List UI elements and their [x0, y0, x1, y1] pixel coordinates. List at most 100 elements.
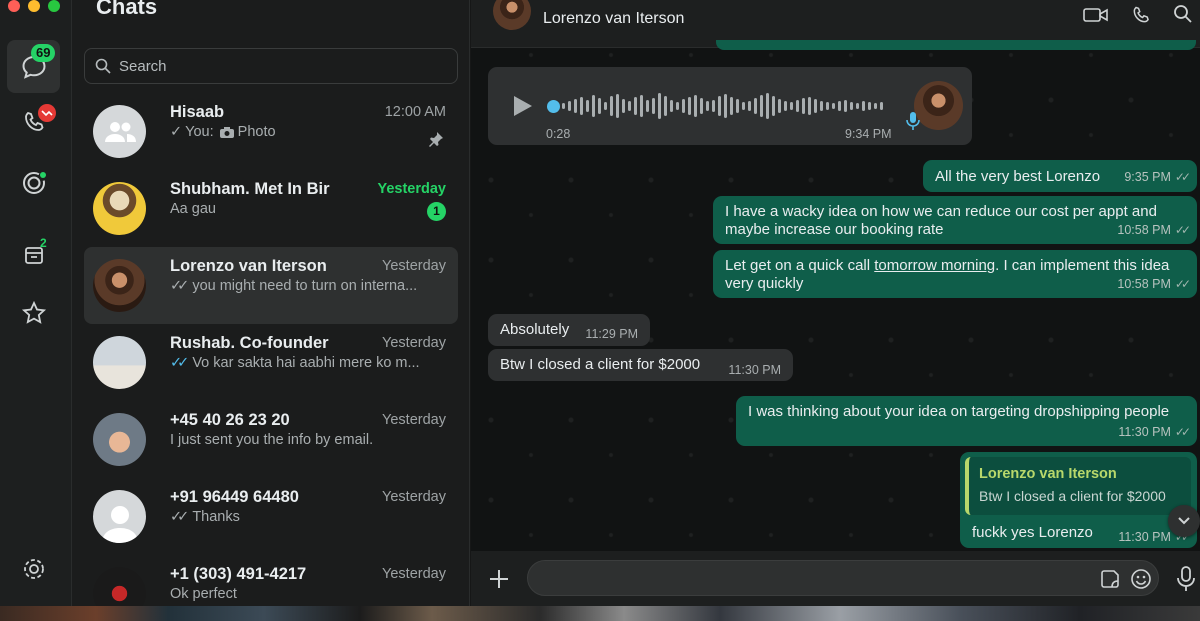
chats-unread-badge: 69 [31, 44, 56, 62]
chat-name: Lorenzo van Iterson [170, 257, 327, 275]
message-text: All the very best Lorenzo [935, 168, 1101, 185]
message-input-box[interactable] [527, 560, 1159, 596]
zoom-window-button[interactable] [48, 0, 60, 12]
waveform-bar [880, 102, 883, 110]
waveform[interactable] [562, 91, 892, 121]
playhead-dot[interactable] [547, 100, 560, 113]
read-check-icon: ✓✓ [170, 355, 189, 371]
waveform-bar [856, 103, 859, 109]
chat-item-hisaab[interactable]: Hisaab 12:00 AM ✓ You: Photo [84, 93, 458, 170]
sent-check-icon: ✓ [170, 124, 183, 140]
chat-item-45[interactable]: +45 40 26 23 20 Yesterday I just sent yo… [84, 401, 458, 478]
double-check-icon: ✓✓ [1174, 223, 1191, 237]
chat-item-91[interactable]: +91 96449 64480 Yesterday ✓✓ Thanks [84, 478, 458, 555]
contact-avatar [93, 336, 146, 389]
sticker-icon[interactable] [1100, 569, 1120, 589]
header-avatar[interactable] [493, 0, 531, 30]
search-icon[interactable] [1173, 4, 1193, 24]
rail-calls-button[interactable] [7, 95, 60, 148]
quoted-message[interactable]: Lorenzo van Iterson Btw I closed a clien… [965, 457, 1191, 515]
contact-avatar [93, 182, 146, 235]
waveform-bar [694, 95, 697, 117]
chat-preview: Ok perfect [170, 586, 432, 602]
waveform-bar [772, 96, 775, 116]
outgoing-reply-message: Lorenzo van Iterson Btw I closed a clien… [960, 452, 1197, 548]
waveform-bar [646, 100, 649, 112]
chat-time: Yesterday [382, 412, 446, 428]
emoji-icon[interactable] [1130, 568, 1152, 590]
waveform-bar [820, 101, 823, 111]
waveform-bar [748, 101, 751, 111]
rail-starred-button[interactable] [7, 286, 60, 339]
scroll-to-bottom-button[interactable] [1168, 505, 1200, 537]
contact-avatar [93, 413, 146, 466]
chat-name: Shubham. Met In Bir [170, 180, 330, 198]
message-link[interactable]: tomorrow morning [874, 257, 995, 274]
conversation-panel: Lorenzo van Iterson 0:28 9:34 PM All the… [471, 0, 1200, 606]
chat-name: Rushab. Co-founder [170, 334, 329, 352]
message-time: 11:29 PM [585, 327, 638, 341]
rail-settings-button[interactable] [7, 542, 60, 595]
message-text: I have a wacky idea on how we can reduce… [725, 203, 1157, 238]
message-input[interactable] [540, 567, 1080, 589]
voice-note-bubble: 0:28 9:34 PM [488, 67, 972, 145]
chat-item-1303[interactable]: +1 (303) 491-4217 Yesterday Ok perfect [84, 555, 458, 606]
message-meta: 10:58 PM ✓✓ [1117, 221, 1191, 239]
waveform-bar [640, 95, 643, 117]
waveform-bar [778, 99, 781, 113]
waveform-bar [628, 101, 631, 111]
waveform-bar [736, 99, 739, 113]
waveform-bar [658, 93, 661, 119]
video-call-icon[interactable] [1083, 6, 1109, 24]
waveform-bar [766, 93, 769, 119]
unread-count-badge: 1 [427, 202, 446, 221]
chevron-down-icon [1178, 517, 1190, 525]
double-check-icon: ✓✓ [1174, 170, 1191, 184]
header-contact-name[interactable]: Lorenzo van Iterson [543, 10, 684, 28]
waveform-bar [712, 100, 715, 112]
status-ring-icon [22, 171, 46, 194]
waveform-bar [874, 103, 877, 109]
chat-item-shubham[interactable]: Shubham. Met In Bir Yesterday Aa gau 1 [84, 170, 458, 247]
message-time: 9:35 PM [1124, 170, 1171, 184]
search-input[interactable] [119, 57, 419, 75]
waveform-bar [670, 100, 673, 112]
rail-status-button[interactable] [7, 156, 60, 209]
contact-avatar [93, 259, 146, 312]
voice-duration: 0:28 [546, 127, 571, 141]
chat-time: Yesterday [377, 181, 446, 197]
plus-icon[interactable] [488, 568, 510, 590]
whatsapp-window: 69 2 Chats Hisaab [0, 0, 1200, 606]
message-time: 11:30 PM [728, 363, 781, 377]
waveform-bar [790, 102, 793, 110]
close-window-button[interactable] [8, 0, 20, 12]
message-time: 10:58 PM [1117, 223, 1171, 237]
message-time: 10:58 PM [1117, 277, 1171, 291]
chat-item-rushab[interactable]: Rushab. Co-founder Yesterday ✓✓ Vo kar s… [84, 324, 458, 401]
preview-text: Vo kar sakta hai aabhi mere ko m... [192, 355, 420, 371]
preview-text: you might need to turn on interna... [192, 278, 418, 294]
chat-item-lorenzo[interactable]: Lorenzo van Iterson Yesterday ✓✓ you mig… [84, 247, 458, 324]
waveform-bar [706, 101, 709, 111]
minimize-window-button[interactable] [28, 0, 40, 12]
search-box[interactable] [84, 48, 458, 84]
camera-icon [219, 126, 234, 138]
double-check-icon: ✓✓ [1174, 277, 1191, 291]
voice-sender-avatar [914, 81, 963, 130]
preview-text: Ok perfect [170, 586, 237, 602]
preview-text: I just sent you the info by email. [170, 432, 374, 448]
chat-time: Yesterday [382, 258, 446, 274]
person-icon [101, 506, 138, 543]
play-icon[interactable] [511, 95, 533, 117]
microphone-icon[interactable] [1177, 566, 1195, 592]
waveform-bar [586, 100, 589, 112]
waveform-bar [844, 100, 847, 112]
chat-name: Hisaab [170, 103, 225, 121]
voice-time: 9:34 PM [845, 127, 892, 141]
rail-chats-button[interactable]: 69 [7, 40, 60, 93]
rail-archived-button[interactable]: 2 [7, 228, 60, 281]
previous-message-edge [716, 40, 1196, 50]
waveform-bar [730, 97, 733, 115]
waveform-bar [634, 97, 637, 115]
voice-call-icon[interactable] [1131, 5, 1151, 25]
